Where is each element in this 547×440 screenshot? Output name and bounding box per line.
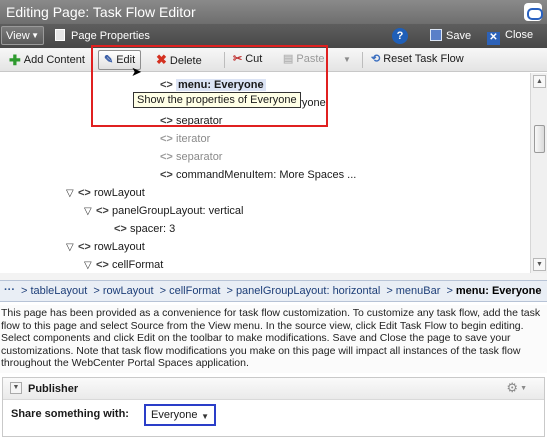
toolbar-divider <box>362 52 363 68</box>
page-properties-button[interactable]: Page Properties <box>55 29 150 42</box>
save-disk-icon <box>430 29 442 41</box>
collapse-chevron-icon[interactable]: ▼ <box>10 382 22 394</box>
scroll-thumb[interactable] <box>534 125 545 153</box>
tree-node-label: panelGroupLayout: vertical <box>112 205 244 217</box>
page-properties-label: Page Properties <box>71 30 150 42</box>
tree-vertical-scrollbar[interactable]: ▲ ▼ <box>530 73 547 273</box>
breadcrumb-current: menu: Everyone <box>455 285 542 297</box>
share-label: Share something with: <box>11 408 129 420</box>
reset-task-flow-label: Reset Task Flow <box>383 53 464 65</box>
breadcrumb-item[interactable]: cellFormat <box>169 285 220 297</box>
save-label: Save <box>446 30 472 42</box>
scroll-up-arrow-icon[interactable]: ▲ <box>533 75 546 88</box>
tree-node[interactable]: <> spacer: 3 <box>114 223 175 235</box>
tree-node-label: commandMenuItem: More Spaces ... <box>176 169 357 181</box>
chevron-down-icon: ▼ <box>201 412 209 421</box>
view-menu-button[interactable]: View ▼ <box>1 26 44 45</box>
tree-node-label: rowLayout <box>94 241 145 253</box>
reset-icon: ⟲ <box>371 53 381 65</box>
document-icon <box>55 29 65 41</box>
tag-icon: <> <box>114 223 127 235</box>
expand-toggle-icon[interactable]: ▽ <box>84 260 96 271</box>
title-bar: Editing Page: Task Flow Editor <box>0 0 547 24</box>
edit-tooltip: Show the properties of Everyone <box>133 92 301 108</box>
plus-icon: ✚ <box>9 52 21 68</box>
share-audience-value: Everyone <box>151 409 198 421</box>
help-icon[interactable]: ? <box>392 28 408 44</box>
tree-node[interactable]: ▽ <> panelGroupLayout: vertical <box>84 205 243 217</box>
expand-toggle-icon[interactable]: ▽ <box>66 188 78 199</box>
close-label: Close <box>505 29 534 41</box>
tag-disabled-icon: <> <box>160 133 173 145</box>
tree-node-label: iterator <box>176 133 211 145</box>
reset-task-flow-button[interactable]: ⟲ Reset Task Flow <box>371 52 464 65</box>
paste-options-chevron-icon[interactable]: ▼ <box>343 55 351 64</box>
expand-toggle-icon[interactable]: ▽ <box>66 242 78 253</box>
publisher-header: ▼ Publisher ⚙ ▼ <box>3 378 544 400</box>
share-audience-select[interactable]: Everyone ▼ <box>144 404 216 426</box>
tree-node[interactable]: <> commandMenuItem: More Spaces ... <box>160 169 356 181</box>
tag-icon: <> <box>160 169 173 181</box>
tag-icon: <> <box>96 205 109 217</box>
tag-disabled-icon: <> <box>160 151 173 163</box>
tag-icon: <> <box>78 241 91 253</box>
oracle-logo-icon <box>524 3 543 21</box>
tree-bottom-strip <box>0 273 547 280</box>
tag-icon: <> <box>96 259 109 271</box>
close-button[interactable]: ✕ Close <box>487 29 533 45</box>
add-content-button[interactable]: ✚ Add Content <box>9 52 85 69</box>
tree-node-label: rowLayout <box>94 187 145 199</box>
chevron-down-icon: ▼ <box>31 31 39 40</box>
tree-node[interactable]: ▽ <> cellFormat <box>84 259 163 271</box>
annotation-highlight-box <box>91 45 328 127</box>
tree-node-label: cellFormat <box>112 259 164 271</box>
breadcrumb-item[interactable]: tableLayout <box>30 285 87 297</box>
info-text: This page has been provided as a conveni… <box>0 305 547 373</box>
breadcrumb-item[interactable]: menuBar <box>396 285 441 297</box>
tree-node[interactable]: <> separator <box>160 151 222 163</box>
mouse-pointer-icon: ➤ <box>131 64 142 79</box>
tree-node[interactable]: ▽ <> rowLayout <box>66 241 145 253</box>
breadcrumb-item[interactable]: rowLayout <box>103 285 154 297</box>
breadcrumb-item[interactable]: panelGroupLayout: horizontal <box>236 285 380 297</box>
breadcrumb-overflow-icon[interactable]: ··· <box>4 284 15 296</box>
window-title: Editing Page: Task Flow Editor <box>6 4 196 20</box>
tree-node-label: spacer: 3 <box>130 223 176 235</box>
breadcrumb: ··· > tableLayout > rowLayout > cellFormat … <box>0 280 547 302</box>
breadcrumb-path: > tableLayout > rowLayout > cellFormat > pan… <box>21 285 542 297</box>
view-menu-label: View <box>6 30 30 42</box>
tree-node[interactable]: <> iterator <box>160 133 210 145</box>
tag-icon: <> <box>78 187 91 199</box>
save-button[interactable]: Save <box>430 29 471 42</box>
tree-node[interactable]: ▽ <> rowLayout <box>66 187 145 199</box>
publisher-panel: ▼ Publisher ⚙ ▼ Share something with: Ev… <box>2 377 545 437</box>
expand-toggle-icon[interactable]: ▽ <box>84 206 96 217</box>
scroll-down-arrow-icon[interactable]: ▼ <box>533 258 546 271</box>
chevron-down-icon[interactable]: ▼ <box>520 385 527 392</box>
gear-icon[interactable]: ⚙ <box>506 380 518 396</box>
add-content-label: Add Content <box>23 54 85 66</box>
publisher-title: Publisher <box>28 383 79 395</box>
tree-node-label: separator <box>176 151 223 163</box>
close-icon: ✕ <box>487 32 500 45</box>
